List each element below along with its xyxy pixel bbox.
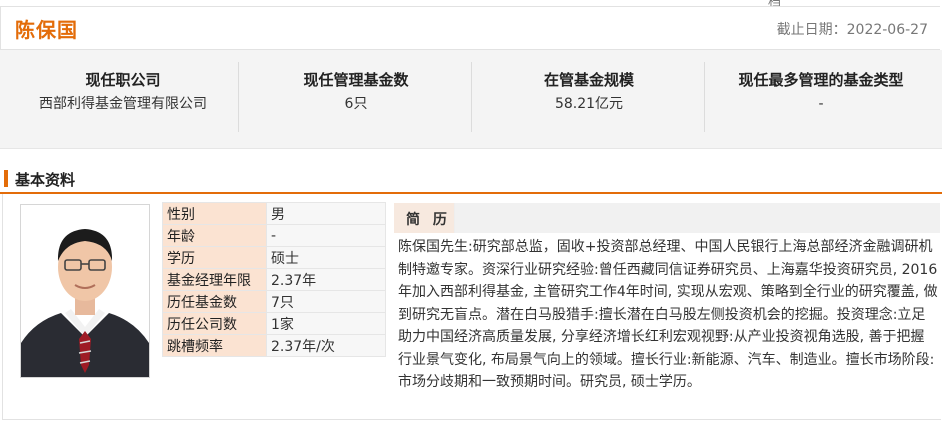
profile-key: 学历 <box>162 246 267 269</box>
profile-value: 1家 <box>266 312 386 335</box>
manager-name: 陈保国 <box>15 18 78 42</box>
profile-key: 年龄 <box>162 224 267 247</box>
section-accent-bar <box>4 170 8 187</box>
stat-label: 在管基金规模 <box>543 71 634 89</box>
stat-value: 58.21亿元 <box>554 96 624 112</box>
profile-key: 历任公司数 <box>162 312 267 335</box>
section-title: 基本资料 <box>15 171 76 189</box>
portrait-illustration <box>21 205 149 377</box>
cutoff-date: 截止日期：2022-06-27 <box>776 22 928 38</box>
table-row: 性别男 <box>162 202 386 225</box>
table-row: 历任基金数 7只 <box>162 290 386 313</box>
table-row: 历任公司数 1家 <box>162 312 386 335</box>
profile-value: 硕士 <box>266 246 386 269</box>
stat-label: 现任职公司 <box>85 71 161 89</box>
profile-value: - <box>266 224 386 247</box>
table-row: 基金经理年限 2.37年 <box>162 268 386 291</box>
profile-value: 7只 <box>266 290 386 313</box>
divider <box>238 62 239 132</box>
manager-header: 陈保国 截止日期：2022-06-27 <box>0 6 940 50</box>
stat-value: 6只 <box>344 96 368 112</box>
profile-value: 2.37年 <box>266 268 386 291</box>
profile-value: 2.37年/次 <box>266 334 386 357</box>
divider <box>471 62 472 132</box>
profile-key: 性别 <box>162 202 267 225</box>
stat-value: - <box>818 96 824 112</box>
stat-fund-type: 现任最多管理的基金类型 - <box>706 68 936 116</box>
resume-label: 简 历 <box>406 212 451 228</box>
table-row: 学历 硕士 <box>162 246 386 269</box>
resume-header: 简 历 <box>394 203 940 233</box>
profile-key: 跳槽频率 <box>162 334 267 357</box>
profile-table: 性别男 年龄 - 学历 硕士 基金经理年限 2.37年 历任基金数 7只 历任公司数 1家… <box>162 202 386 357</box>
profile-value: 男 <box>266 202 386 225</box>
divider <box>704 62 705 132</box>
stat-label: 现任最多管理的基金类型 <box>738 71 904 89</box>
resume-text: 陈保国先生:研究部总监，固收+投资部总经理、中国人民银行上海总部经济金融调研机制… <box>398 239 938 390</box>
stats-panel: 现任职公司 西部利得基金管理有限公司 现任管理基金数 6只 在管基金规模 58.… <box>0 50 942 149</box>
manager-photo <box>20 204 150 378</box>
stat-label: 现任管理基金数 <box>303 71 409 89</box>
table-row: 年龄 - <box>162 224 386 247</box>
profile-key: 历任基金数 <box>162 290 267 313</box>
stat-value: 西部利得基金管理有限公司 <box>39 96 207 112</box>
section-header: 基本资料 <box>0 168 942 190</box>
table-row: 跳槽频率 2.37年/次 <box>162 334 386 357</box>
stat-current-company: 现任职公司 西部利得基金管理有限公司 <box>8 68 238 116</box>
stat-fund-scale: 在管基金规模 58.21亿元 <box>474 68 704 116</box>
stat-fund-count: 现任管理基金数 6只 <box>241 68 471 116</box>
profile-key: 基金经理年限 <box>162 268 267 291</box>
